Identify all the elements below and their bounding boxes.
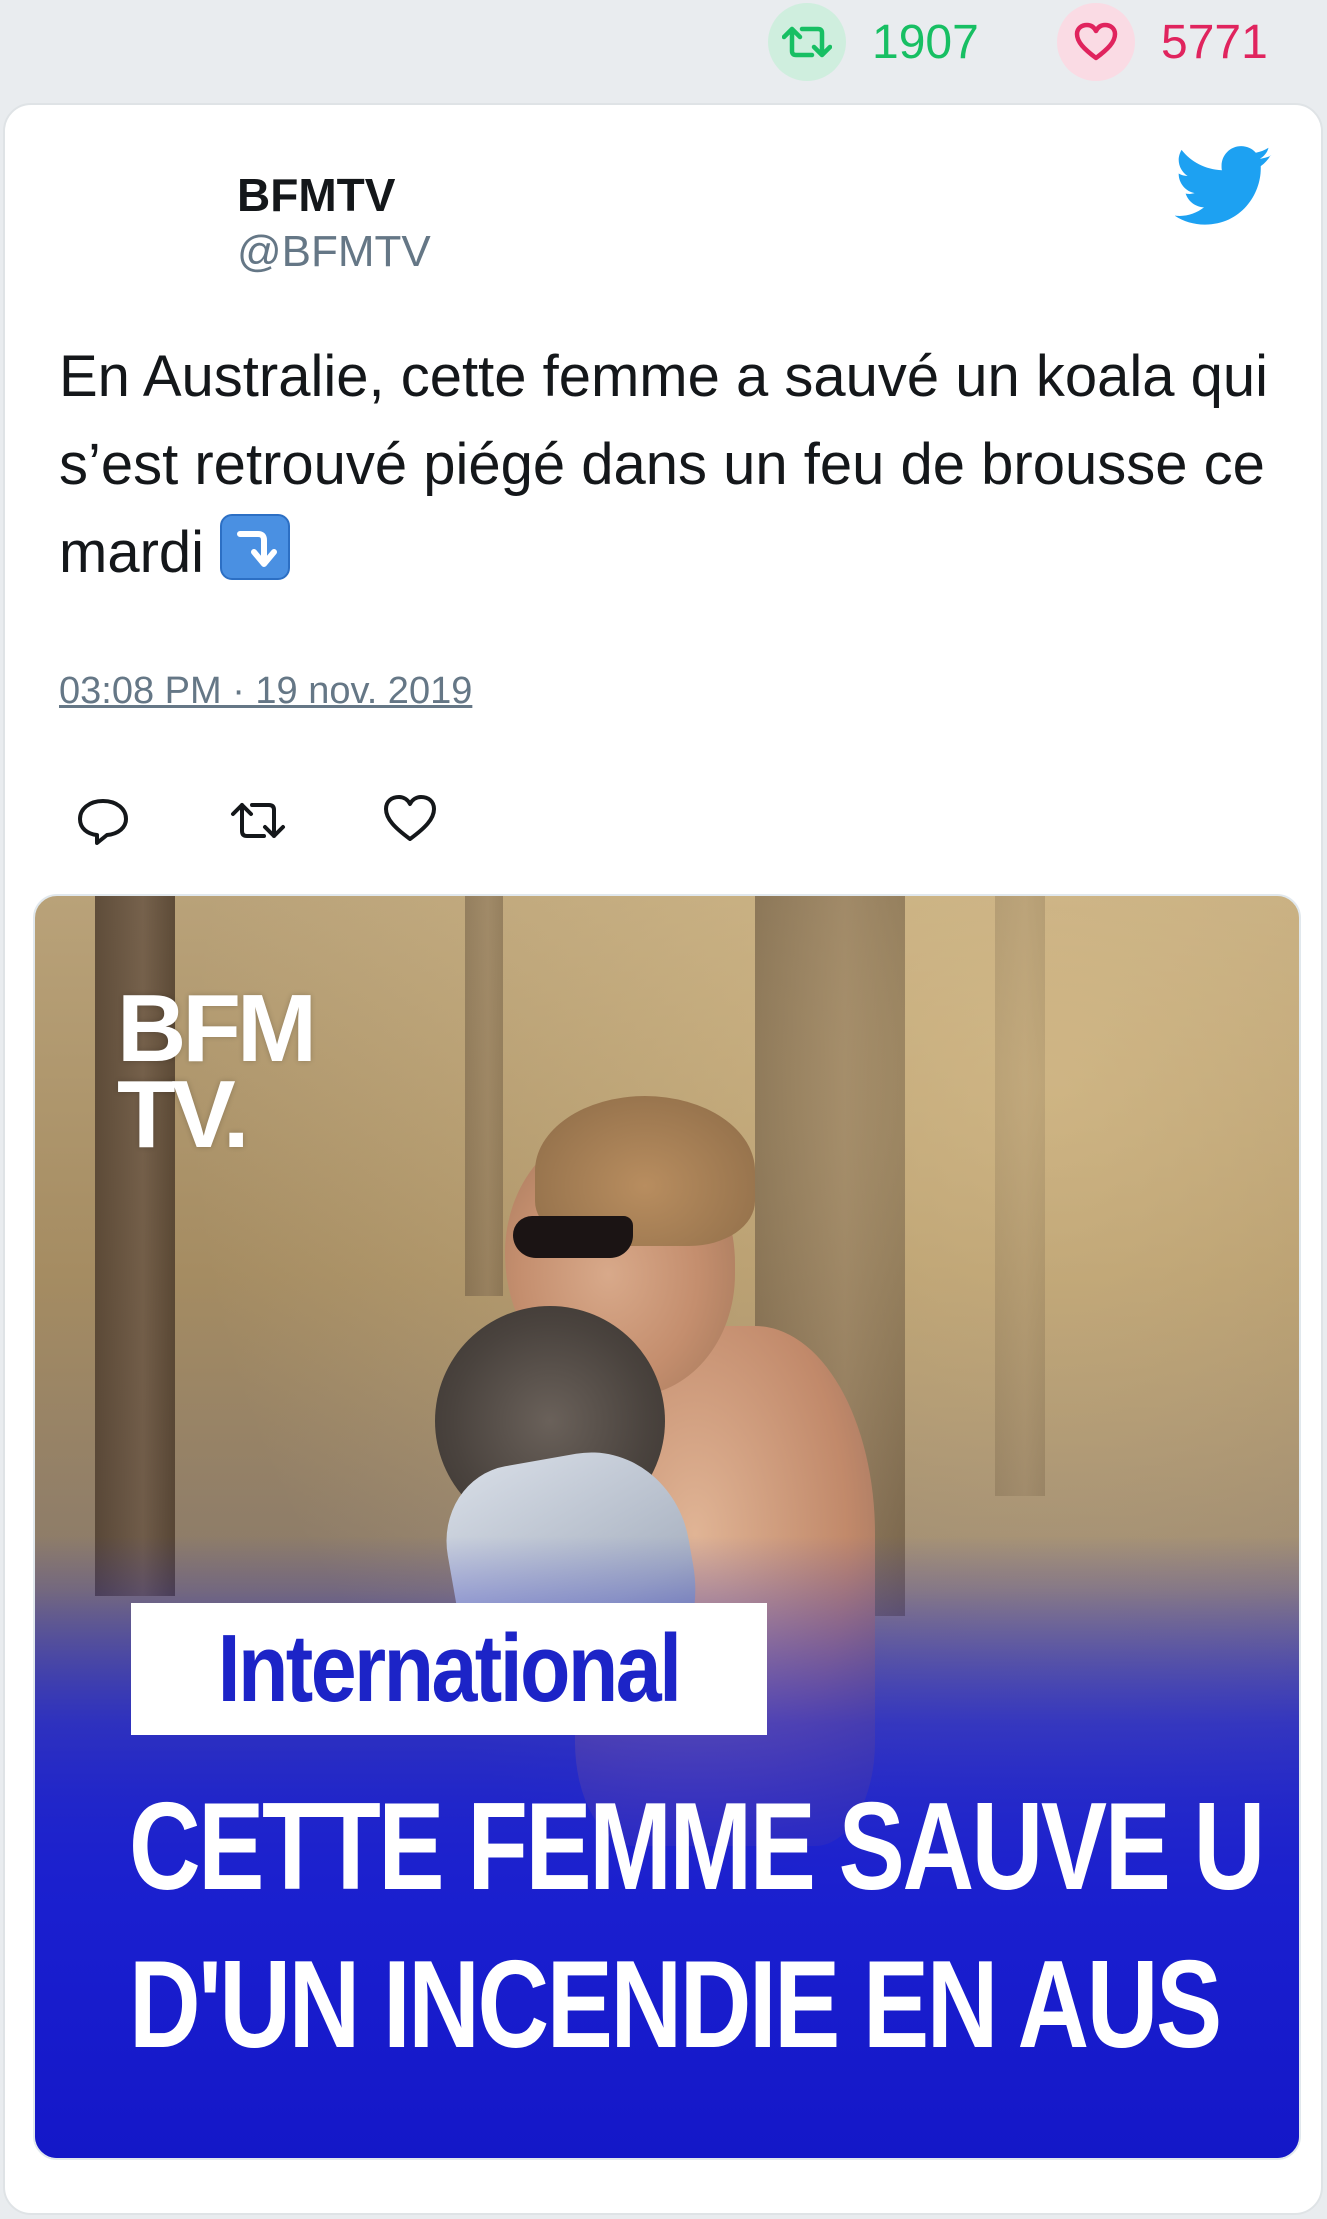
retweet-count: 1907 [872,15,979,69]
tweet-timestamp-link[interactable]: 03:08 PM · 19 nov. 2019 [59,670,472,713]
author-name[interactable]: BFMTV [237,168,395,222]
tweet-media-video[interactable]: BFM TV. International CETTE FEMME SAUVE … [33,894,1301,2160]
retweet-count-stat[interactable]: 1907 [768,3,979,81]
sunglasses [513,1216,633,1258]
like-count: 5771 [1161,15,1268,69]
logo-line-2: TV. [117,1061,250,1168]
category-text: International [218,1615,682,1722]
reply-icon[interactable] [75,793,135,853]
arrow-down-right-emoji [220,514,291,580]
tweet-text: En Australie, cette femme a sauvé un koa… [59,333,1289,597]
bfmtv-logo: BFM TV. [117,975,317,1168]
like-count-stat[interactable]: 5771 [1057,3,1268,81]
heart-icon[interactable] [1057,3,1135,81]
headline-line-2: D'UN INCENDIE EN AUS [129,1936,1222,2074]
logo-line-1: BFM [117,975,317,1082]
retweet-icon[interactable] [228,793,288,853]
heart-icon[interactable] [382,793,442,853]
tweet-card: BFMTV @BFMTV En Australie, cette femme a… [3,103,1323,2215]
tweet-stats-bar: 1907 5771 [0,0,1327,100]
author-handle[interactable]: @BFMTV [237,227,431,277]
category-label: International [131,1603,767,1735]
twitter-bird-icon[interactable] [1174,145,1273,229]
retweet-icon[interactable] [768,3,846,81]
headline-line-1: CETTE FEMME SAUVE U [129,1778,1265,1916]
